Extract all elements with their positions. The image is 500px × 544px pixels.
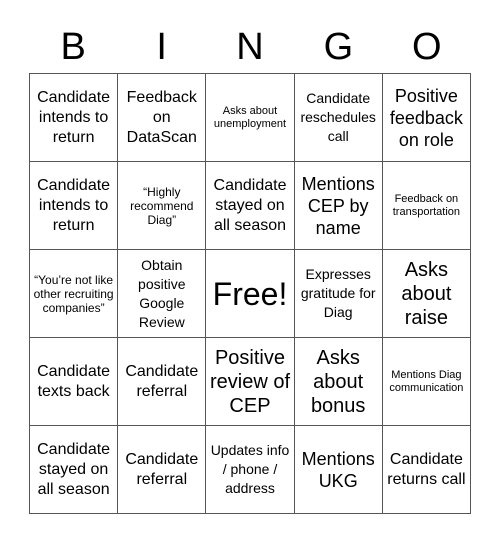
cell-text: Asks about raise	[401, 258, 452, 329]
header-letter-o: O	[412, 26, 442, 68]
cell-text: Asks about unemployment	[213, 104, 287, 130]
cell-text: Obtain positive Google Review	[138, 256, 186, 330]
header-letter-b: B	[60, 26, 86, 68]
bingo-card: Candidate intends to return Feedback on …	[29, 73, 471, 514]
bingo-cell[interactable]: Mentions Diag communication	[382, 338, 471, 426]
bingo-cell[interactable]: Mentions CEP by name	[294, 162, 383, 250]
cell-text: Asks about bonus	[310, 346, 366, 417]
cell-text: Candidate texts back	[37, 362, 111, 400]
cell-text: Positive feedback on role	[389, 85, 463, 150]
bingo-cell[interactable]: Candidate intends to return	[30, 162, 119, 250]
cell-text: Candidate stayed on all season	[213, 176, 287, 234]
bingo-cell[interactable]: Asks about raise	[382, 250, 471, 338]
header-letter-g: G	[323, 26, 354, 68]
cell-text: Positive review of CEP	[209, 346, 290, 417]
cell-text: Candidate intends to return	[37, 88, 111, 146]
cell-text: Feedback on DataScan	[126, 88, 197, 146]
cell-text: Mentions UKG	[301, 448, 375, 491]
bingo-cell[interactable]: Candidate reschedules call	[294, 74, 383, 162]
bingo-cell[interactable]: Obtain positive Google Review	[118, 250, 207, 338]
bingo-cell[interactable]: Candidate texts back	[30, 338, 119, 426]
bingo-cell[interactable]: Expresses gratitude for Diag	[294, 250, 383, 338]
header-letter-i: I	[156, 26, 167, 68]
bingo-cell[interactable]: Candidate stayed on all season	[30, 426, 119, 514]
bingo-cell[interactable]: “Highly recommend Diag”	[118, 162, 207, 250]
cell-text: “You’re not like other recruiting compan…	[33, 272, 114, 315]
bingo-cell[interactable]: Candidate returns call	[382, 426, 471, 514]
cell-text: Candidate stayed on all season	[37, 440, 111, 498]
cell-text: Candidate referral	[125, 450, 199, 488]
cell-text: Expresses gratitude for Diag	[300, 266, 376, 320]
cell-text: Candidate intends to return	[37, 176, 111, 234]
bingo-cell[interactable]: Asks about unemployment	[206, 74, 295, 162]
bingo-cell[interactable]: Mentions UKG	[294, 426, 383, 514]
bingo-cell[interactable]: Feedback on DataScan	[118, 74, 207, 162]
cell-text: Candidate reschedules call	[300, 90, 376, 144]
bingo-cell[interactable]: “You’re not like other recruiting compan…	[30, 250, 119, 338]
cell-text: Mentions CEP by name	[301, 173, 375, 238]
bingo-cell[interactable]: Feedback on transportation	[382, 162, 471, 250]
bingo-cell[interactable]: Asks about bonus	[294, 338, 383, 426]
cell-text: Updates info / phone / address	[210, 442, 290, 496]
cell-text: “Highly recommend Diag”	[130, 184, 194, 227]
bingo-cell[interactable]: Candidate referral	[118, 426, 207, 514]
cell-text: Candidate returns call	[387, 450, 466, 488]
bingo-cell[interactable]: Candidate intends to return	[30, 74, 119, 162]
free-space-cell[interactable]: Free!	[206, 250, 295, 338]
cell-text: Feedback on transportation	[392, 192, 461, 218]
header-letter-n: N	[236, 26, 264, 68]
bingo-cell[interactable]: Positive review of CEP	[206, 338, 295, 426]
bingo-cell[interactable]: Positive feedback on role	[382, 74, 471, 162]
bingo-header: B I N G O	[29, 22, 471, 72]
cell-text: Free!	[212, 275, 288, 312]
bingo-cell[interactable]: Candidate stayed on all season	[206, 162, 295, 250]
cell-text: Candidate referral	[125, 362, 199, 400]
bingo-cell[interactable]: Updates info / phone / address	[206, 426, 295, 514]
cell-text: Mentions Diag communication	[389, 368, 464, 394]
bingo-cell[interactable]: Candidate referral	[118, 338, 207, 426]
